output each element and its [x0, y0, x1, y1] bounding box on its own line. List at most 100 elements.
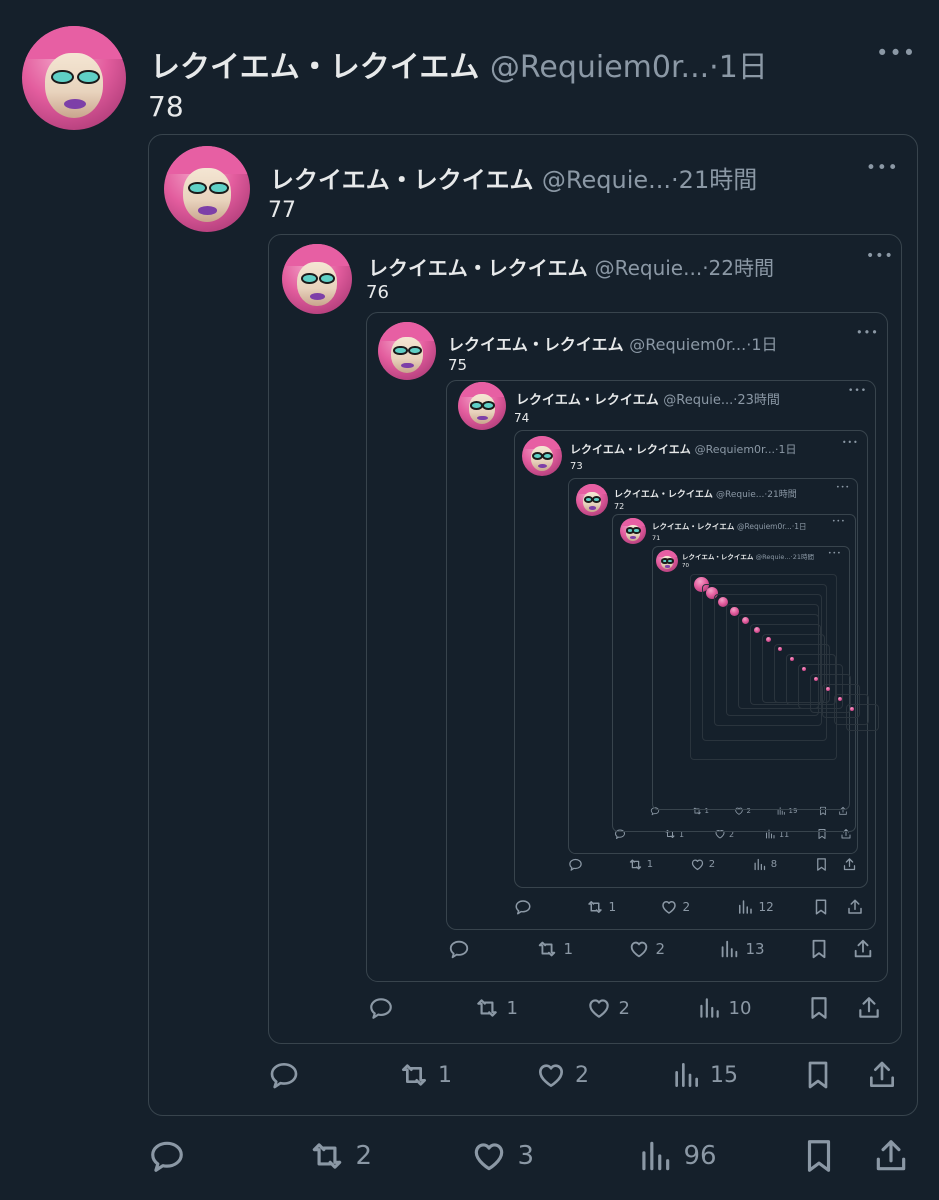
avatar[interactable] [522, 436, 562, 476]
share-icon [866, 1059, 898, 1091]
user-handle[interactable]: @Requiem0r... [490, 50, 709, 85]
display-name[interactable]: レクイエム・レクイエム [368, 256, 588, 280]
like-button[interactable]: 2 [586, 995, 630, 1021]
timestamp[interactable]: 22時間 [709, 256, 774, 280]
reply-button[interactable] [268, 1059, 300, 1091]
reply-button[interactable] [568, 857, 583, 872]
user-handle[interactable]: @Requie... [756, 553, 791, 561]
more-options-icon[interactable]: ••• [866, 248, 894, 264]
user-handle[interactable]: @Requiem0r... [695, 443, 775, 456]
reply-button[interactable] [368, 995, 394, 1021]
timestamp[interactable]: 23時間 [737, 393, 780, 408]
bookmark-icon [814, 857, 829, 872]
timestamp[interactable]: 1日 [751, 335, 777, 354]
more-options-icon[interactable]: ••• [856, 326, 879, 339]
share-button[interactable] [856, 995, 882, 1021]
reply-button[interactable] [148, 1137, 186, 1175]
like-button[interactable]: 2 [660, 898, 690, 916]
display-name[interactable]: レクイエム・レクイエム [570, 443, 691, 456]
repost-button[interactable]: 1 [628, 857, 653, 872]
post-text: 76 [366, 282, 389, 303]
action-count: 2 [575, 1062, 589, 1088]
more-options-icon[interactable]: ••• [842, 438, 859, 447]
avatar[interactable] [620, 518, 646, 544]
display-name[interactable]: レクイエム・レクイエム [652, 522, 734, 531]
views-button[interactable]: 13 [718, 938, 765, 960]
user-handle[interactable]: @Requie... [716, 490, 764, 500]
avatar [802, 667, 806, 671]
bookmark-button[interactable] [812, 898, 830, 916]
user-handle[interactable]: @Requie... [663, 393, 733, 408]
views-icon [752, 857, 767, 872]
views-button[interactable]: 12 [736, 898, 774, 916]
reply-button[interactable] [448, 938, 470, 960]
display-name[interactable]: レクイエム・レクイエム [516, 393, 659, 408]
display-name[interactable]: レクイエム・レクイエム [614, 490, 713, 500]
share-icon [872, 1137, 910, 1175]
bookmark-icon [808, 938, 830, 960]
user-handle[interactable]: @Requiem0r... [737, 522, 792, 531]
repost-button[interactable]: 2 [308, 1137, 372, 1175]
display-name[interactable]: レクイエム・レクイエム [448, 335, 624, 354]
repost-icon [398, 1059, 430, 1091]
avatar[interactable] [164, 146, 250, 232]
post-header: レクイエム・レクイエム @Requiem0r...·1日 [448, 331, 778, 355]
more-options-icon[interactable]: ••• [828, 550, 842, 557]
repost-button[interactable]: 1 [536, 938, 573, 960]
action-count: 1 [563, 940, 574, 958]
user-handle[interactable]: @Requie... [542, 166, 671, 194]
views-button[interactable]: 8 [752, 857, 777, 872]
repost-icon [308, 1137, 346, 1175]
timestamp[interactable]: 1日 [779, 443, 797, 456]
like-button[interactable]: 2 [690, 857, 715, 872]
views-button[interactable]: 15 [670, 1059, 738, 1091]
action-count: 10 [728, 997, 752, 1019]
post-header: レクイエム・レクイエム @Requie...·22時間 [368, 252, 774, 281]
bookmark-button[interactable] [802, 1059, 834, 1091]
bookmark-button[interactable] [800, 1137, 838, 1175]
share-button[interactable] [846, 898, 864, 916]
timestamp[interactable]: 21時間 [793, 553, 814, 561]
post-text: 71 [652, 534, 661, 542]
avatar[interactable] [656, 550, 678, 572]
more-options-icon[interactable]: ••• [876, 41, 916, 65]
like-button[interactable]: 2 [535, 1059, 589, 1091]
display-name[interactable]: レクイエム・レクイエム [150, 50, 479, 85]
action-count: 12 [758, 900, 774, 914]
more-options-icon[interactable]: ••• [866, 157, 899, 177]
share-button[interactable] [842, 857, 857, 872]
more-options-icon[interactable]: ••• [836, 484, 850, 491]
repost-button[interactable]: 1 [586, 898, 616, 916]
timestamp[interactable]: 21時間 [767, 490, 796, 500]
like-button[interactable]: 2 [628, 938, 665, 960]
timestamp[interactable]: 1日 [719, 50, 768, 85]
reply-button[interactable] [514, 898, 532, 916]
more-options-icon[interactable]: ••• [848, 386, 867, 396]
reply-icon [448, 938, 470, 960]
views-button[interactable]: 96 [636, 1137, 717, 1175]
reply-icon [514, 898, 532, 916]
bookmark-button[interactable] [808, 938, 830, 960]
bookmark-button[interactable] [814, 857, 829, 872]
display-name[interactable]: レクイエム・レクイエム [682, 553, 753, 561]
share-button[interactable] [866, 1059, 898, 1091]
like-button[interactable]: 3 [470, 1137, 534, 1175]
user-handle[interactable]: @Requie... [595, 256, 703, 280]
user-handle[interactable]: @Requiem0r... [629, 335, 746, 354]
repost-button[interactable]: 1 [398, 1059, 452, 1091]
bookmark-button[interactable] [806, 995, 832, 1021]
avatar[interactable] [22, 26, 126, 130]
display-name[interactable]: レクイエム・レクイエム [270, 166, 534, 194]
views-button[interactable]: 10 [696, 995, 751, 1021]
avatar[interactable] [282, 244, 352, 314]
avatar[interactable] [576, 484, 608, 516]
repost-button[interactable]: 1 [474, 995, 518, 1021]
action-count: 1 [438, 1062, 452, 1088]
timestamp[interactable]: 1日 [794, 522, 806, 531]
avatar[interactable] [458, 382, 506, 430]
timestamp[interactable]: 21時間 [679, 166, 758, 194]
share-button[interactable] [872, 1137, 910, 1175]
share-button[interactable] [852, 938, 874, 960]
avatar[interactable] [378, 322, 436, 380]
more-options-icon[interactable]: ••• [832, 518, 846, 525]
